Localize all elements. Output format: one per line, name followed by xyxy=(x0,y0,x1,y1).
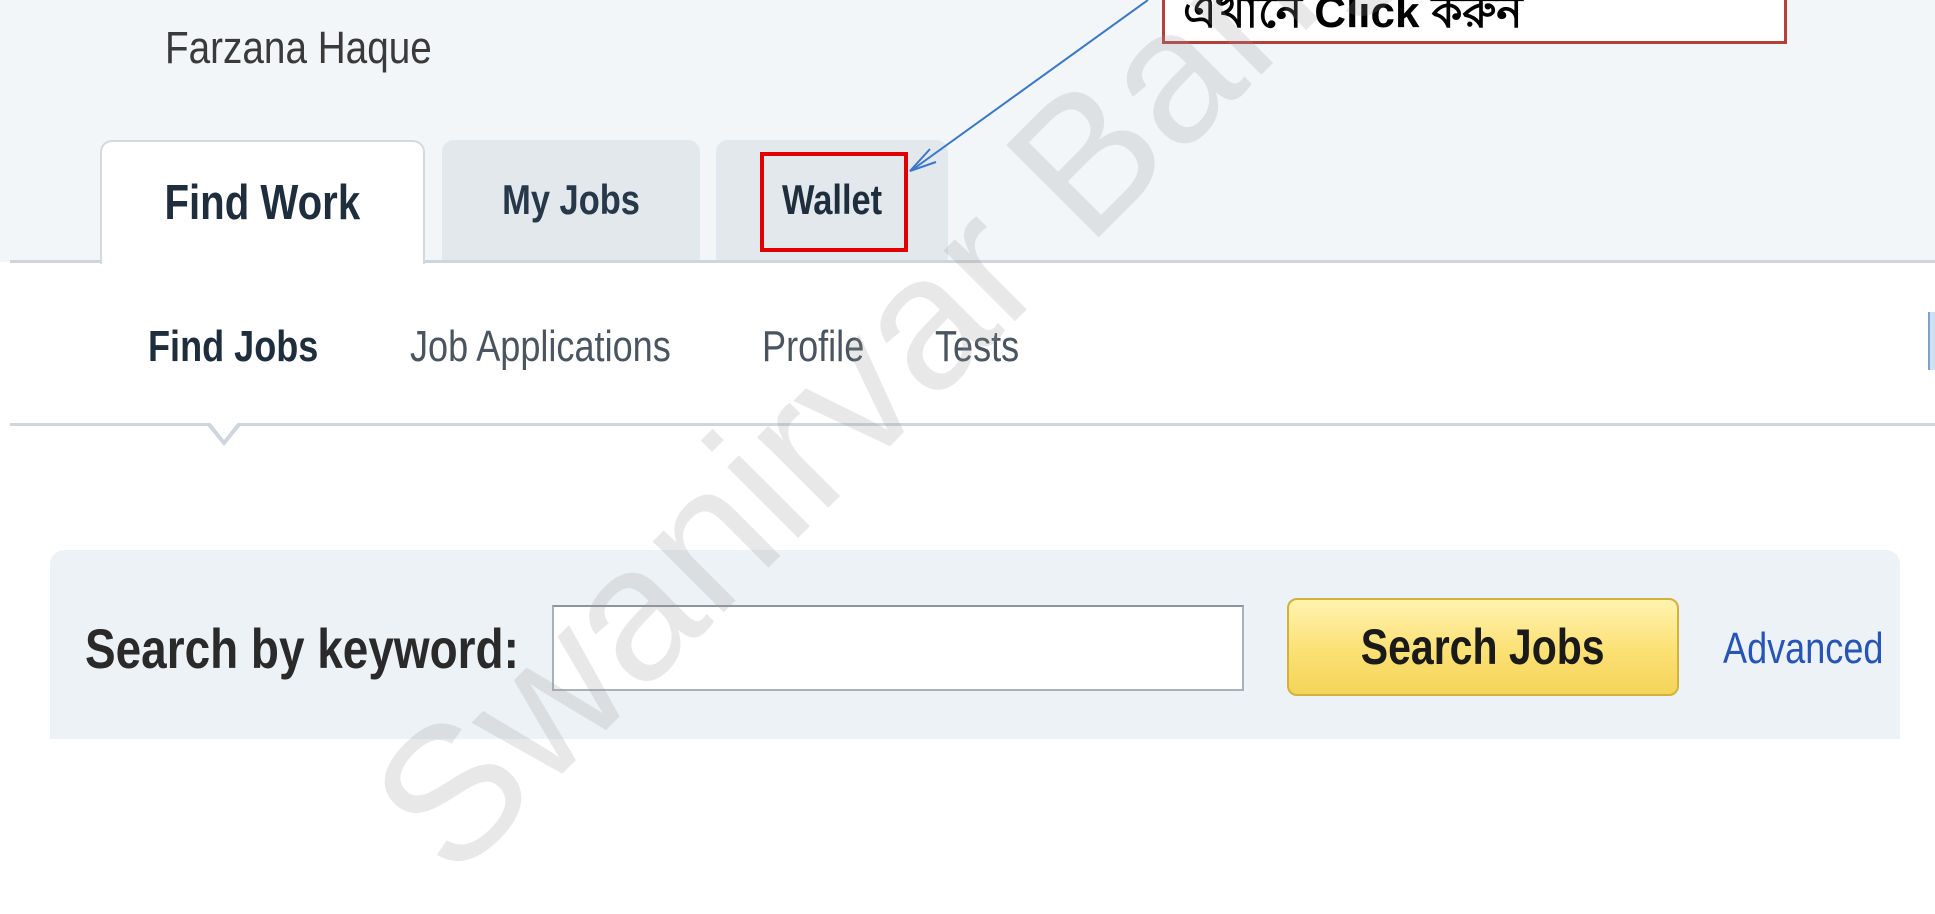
tab-find-work[interactable]: Find Work xyxy=(100,140,425,264)
advanced-search-link[interactable]: Advanced xyxy=(1723,624,1883,674)
subnav-job-applications[interactable]: Job Applications xyxy=(410,322,671,372)
tab-label: Find Work xyxy=(164,176,361,230)
search-jobs-button-label: Search Jobs xyxy=(1361,619,1605,675)
subnav-find-jobs[interactable]: Find Jobs xyxy=(148,322,318,372)
tab-label: My Jobs xyxy=(502,176,640,223)
subnav-divider xyxy=(10,423,1935,426)
edge-button[interactable] xyxy=(1928,312,1935,370)
tab-my-jobs[interactable]: My Jobs xyxy=(442,140,700,260)
instruction-callout: এখানে Click করুন xyxy=(1162,0,1787,44)
active-subnav-pointer-icon xyxy=(206,421,242,446)
keyword-search-input[interactable] xyxy=(552,605,1244,691)
search-jobs-button[interactable]: Search Jobs xyxy=(1287,598,1679,696)
wallet-highlight-box xyxy=(760,152,908,252)
search-label: Search by keyword: xyxy=(85,617,519,680)
subnav-profile[interactable]: Profile xyxy=(762,322,864,372)
callout-text: এখানে Click করুন xyxy=(1183,0,1523,37)
user-name: Farzana Haque xyxy=(165,22,432,73)
subnav-tests[interactable]: Tests xyxy=(935,322,1019,372)
